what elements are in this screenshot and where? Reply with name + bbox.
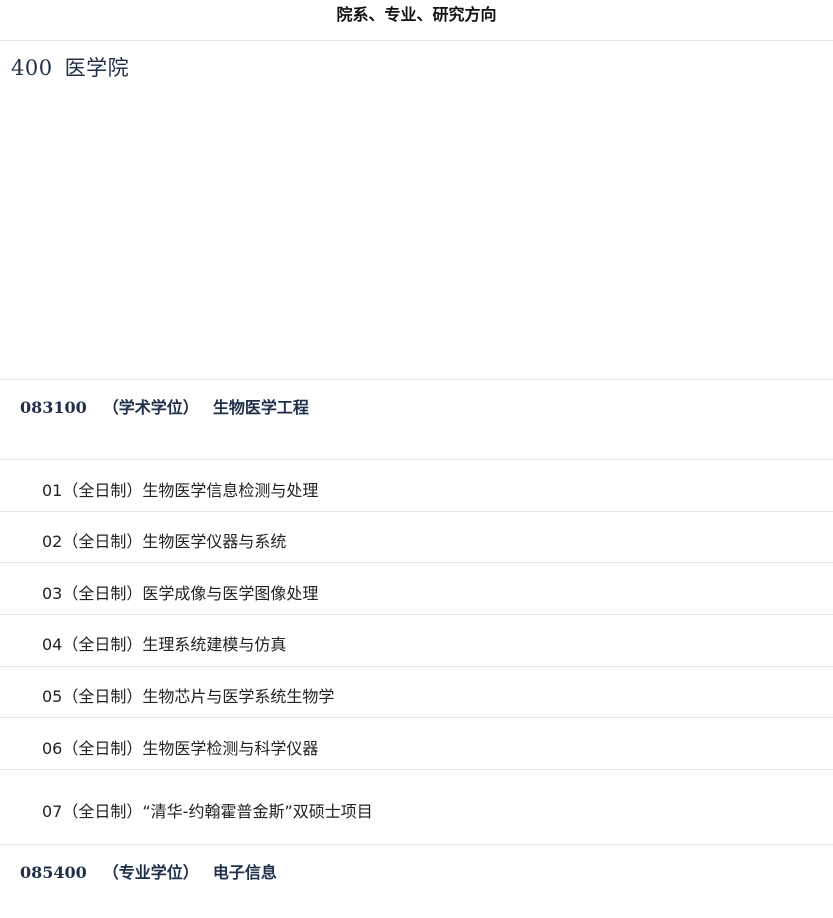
- major-type: （专业学位）: [102, 863, 199, 882]
- major-heading-083100[interactable]: 083100 （学术学位） 生物医学工程: [20, 394, 309, 418]
- direction-name: 生理系统建模与仿真: [142, 635, 287, 654]
- divider: [0, 769, 833, 770]
- major-code: 085400: [20, 863, 87, 882]
- divider: [0, 666, 833, 667]
- college-code: 400: [11, 56, 53, 80]
- direction-mode: （全日制）: [62, 635, 143, 654]
- direction-mode: （全日制）: [62, 584, 143, 603]
- direction-name: 医学成像与医学图像处理: [142, 584, 319, 603]
- direction-mode: （全日制）: [62, 532, 143, 551]
- direction-mode: （全日制）: [62, 481, 143, 500]
- college-name: 医学院: [64, 56, 130, 80]
- direction-name: 生物医学信息检测与处理: [142, 481, 319, 500]
- college-heading: 400 医学院: [11, 52, 129, 82]
- direction-mode: （全日制）: [62, 739, 143, 758]
- direction-number: 04: [42, 635, 63, 654]
- direction-number: 01: [42, 481, 63, 500]
- divider: [0, 511, 833, 512]
- direction-number: 06: [42, 739, 63, 758]
- major-type: （学术学位）: [102, 398, 199, 417]
- direction-row-07[interactable]: 07（全日制）“清华-约翰霍普金斯”双硕士项目: [42, 798, 373, 822]
- direction-number: 07: [42, 802, 63, 821]
- direction-row-05[interactable]: 05（全日制）生物芯片与医学系统生物学: [42, 683, 334, 707]
- direction-name: 生物医学仪器与系统: [142, 532, 287, 551]
- major-name: 生物医学工程: [212, 398, 309, 417]
- direction-number: 05: [42, 687, 63, 706]
- divider: [0, 614, 833, 615]
- direction-row-04[interactable]: 04（全日制）生理系统建模与仿真: [42, 631, 286, 655]
- direction-name: 生物医学检测与科学仪器: [142, 739, 319, 758]
- divider: [0, 562, 833, 563]
- direction-row-02[interactable]: 02（全日制）生物医学仪器与系统: [42, 528, 286, 552]
- direction-row-03[interactable]: 03（全日制）医学成像与医学图像处理: [42, 580, 318, 604]
- page-title: 院系、专业、研究方向: [0, 0, 833, 41]
- divider: [0, 844, 833, 845]
- direction-mode: （全日制）: [62, 802, 143, 821]
- direction-row-06[interactable]: 06（全日制）生物医学检测与科学仪器: [42, 735, 318, 759]
- divider: [0, 717, 833, 718]
- major-code: 083100: [20, 398, 87, 417]
- direction-number: 02: [42, 532, 63, 551]
- divider: [0, 459, 833, 460]
- page-title-text: 院系、专业、研究方向: [336, 5, 497, 24]
- direction-mode: （全日制）: [62, 687, 143, 706]
- major-heading-085400[interactable]: 085400 （专业学位） 电子信息: [20, 859, 277, 883]
- major-name: 电子信息: [212, 863, 277, 882]
- direction-name: “清华-约翰霍普金斯”双硕士项目: [142, 802, 373, 821]
- divider: [0, 379, 833, 380]
- direction-name: 生物芯片与医学系统生物学: [142, 687, 335, 706]
- direction-row-01[interactable]: 01（全日制）生物医学信息检测与处理: [42, 477, 318, 501]
- direction-number: 03: [42, 584, 63, 603]
